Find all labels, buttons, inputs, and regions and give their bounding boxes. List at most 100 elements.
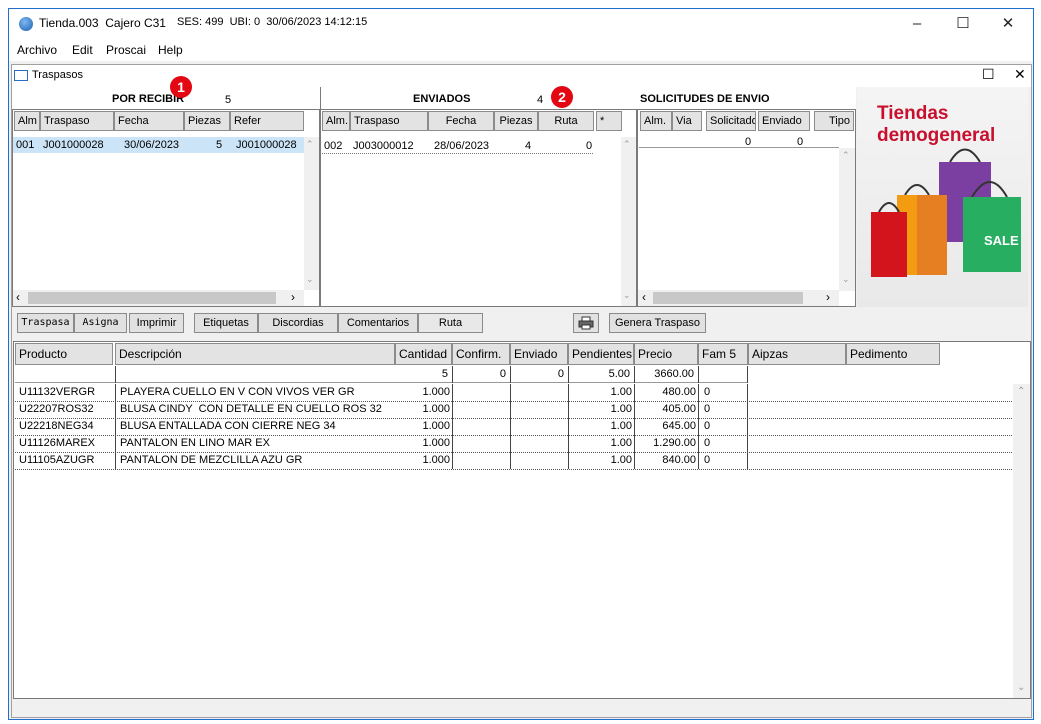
total-cantidad: 5 (441, 368, 448, 380)
row-traspaso: J003000012 (353, 140, 414, 152)
row-fecha: 28/06/2023 (434, 140, 490, 152)
col-traspaso[interactable]: Traspaso (350, 111, 428, 131)
col-cantidad[interactable]: Cantidad (395, 343, 452, 365)
discordias-button[interactable]: Discordias (258, 313, 338, 333)
col-aipzas[interactable]: Aipzas (748, 343, 846, 365)
scroll-up-icon[interactable]: ⌃ (306, 139, 314, 150)
close-icon[interactable]: ✕ (988, 12, 1028, 36)
scroll-up-icon[interactable]: ⌃ (623, 139, 631, 150)
child-maximize-icon[interactable]: ☐ (982, 66, 995, 83)
session-status: SES: 499 UBI: 0 30/06/2023 14:12:15 (177, 16, 368, 28)
scroll-right-icon[interactable]: › (291, 290, 295, 304)
cell-precio: 480.00 (662, 386, 696, 398)
menu-help[interactable]: Help (158, 43, 183, 57)
col-fecha[interactable]: Fecha (428, 111, 494, 131)
col-refer[interactable]: Refer (230, 111, 304, 131)
scroll-up-icon[interactable]: ⌃ (842, 150, 850, 161)
col-confirm[interactable]: Confirm. (452, 343, 510, 365)
cell-fam5: 0 (704, 420, 711, 432)
ruta-button[interactable]: Ruta (418, 313, 483, 333)
col-pedimento[interactable]: Pedimento (846, 343, 940, 365)
scroll-thumb[interactable] (28, 292, 276, 304)
cell-cantidad: 1.000 (422, 454, 450, 466)
scroll-down-icon[interactable]: ⌄ (623, 290, 631, 301)
col-alm[interactable]: Alm (14, 111, 40, 131)
cell-fam5: 0 (704, 437, 711, 449)
imprimir-button[interactable]: Imprimir (129, 313, 184, 333)
cell-descripcion: PANTALON EN LINO MAR EX (120, 437, 270, 449)
menu-proscai[interactable]: Proscai (106, 43, 146, 57)
cell-descripcion: BLUSA ENTALLADA CON CIERRE NEG 34 (120, 420, 336, 432)
por-recibir-count: 5 (225, 94, 232, 106)
scroll-thumb[interactable] (653, 292, 803, 304)
table-row[interactable]: U11105AZUGR PANTALON DE MEZCLILLA AZU GR… (15, 452, 1012, 470)
col-piezas[interactable]: Piezas (494, 111, 538, 131)
table-row[interactable]: U11132VERGR PLAYERA CUELLO EN V CON VIVO… (15, 384, 1012, 402)
comentarios-button[interactable]: Comentarios (338, 313, 418, 333)
traspasa-button[interactable]: Traspasa (17, 313, 74, 333)
table-row[interactable]: U22218NEG34 BLUSA ENTALLADA CON CIERRE N… (15, 418, 1012, 436)
col-fam5[interactable]: Fam 5 (698, 343, 748, 365)
scroll-down-icon[interactable]: ⌄ (1017, 682, 1025, 693)
cell-precio: 645.00 (662, 420, 696, 432)
scroll-down-icon[interactable]: ⌄ (306, 274, 314, 285)
cell-producto: U11132VERGR (19, 386, 96, 398)
vertical-scrollbar[interactable] (1013, 384, 1030, 698)
totals-row: 5 0 0 5.00 3660.00 (15, 366, 748, 383)
cell-pendientes: 1.00 (610, 437, 632, 449)
badge-1: 1 (170, 76, 192, 98)
scroll-down-icon[interactable]: ⌄ (842, 274, 850, 285)
vertical-scrollbar[interactable] (839, 148, 855, 291)
cell-producto: U11105AZUGR (19, 454, 95, 466)
table-row[interactable]: U11126MAREX PANTALON EN LINO MAR EX 1.00… (15, 435, 1012, 453)
row-divider (322, 153, 593, 154)
col-fecha[interactable]: Fecha (114, 111, 184, 131)
enviados-count: 4 (537, 94, 544, 106)
col-alm[interactable]: Alm. (322, 111, 350, 131)
genera-traspaso-button[interactable]: Genera Traspaso (609, 313, 706, 333)
cell-precio: 1.290.00 (653, 437, 696, 449)
globe-icon (19, 17, 33, 31)
printer-button[interactable] (573, 313, 599, 333)
printer-icon (578, 316, 594, 330)
scroll-right-icon[interactable]: › (826, 290, 830, 304)
cell-precio: 840.00 (662, 454, 696, 466)
cell-descripcion: PLAYERA CUELLO EN V CON VIVOS VER GR (120, 386, 355, 398)
cell-producto: U22207ROS32 (19, 403, 94, 415)
col-tipo[interactable]: Tipo (814, 111, 854, 131)
col-via[interactable]: Via (672, 111, 702, 131)
etiquetas-button[interactable]: Etiquetas (194, 313, 258, 333)
col-producto[interactable]: Producto (15, 343, 113, 365)
asigna-button[interactable]: Asigna (74, 313, 127, 333)
solicitudes-title: SOLICITUDES DE ENVIO (640, 93, 770, 105)
minimize-icon[interactable]: – (897, 12, 937, 36)
scroll-up-icon[interactable]: ⌃ (1017, 386, 1025, 397)
row-piezas: 5 (216, 139, 223, 151)
vertical-scrollbar[interactable] (304, 137, 319, 290)
scroll-left-icon[interactable]: ‹ (16, 290, 20, 304)
col-piezas[interactable]: Piezas (184, 111, 230, 131)
scroll-left-icon[interactable]: ‹ (642, 290, 646, 304)
col-traspaso[interactable]: Traspaso (40, 111, 114, 131)
badge-2: 2 (551, 86, 573, 108)
col-enviado[interactable]: Enviado (510, 343, 568, 365)
col-precio[interactable]: Precio (634, 343, 698, 365)
menu-archivo[interactable]: Archivo (17, 43, 57, 57)
cell-cantidad: 1.000 (422, 437, 450, 449)
table-row[interactable]: U22207ROS32 BLUSA CINDY CON DETALLE EN C… (15, 401, 1012, 419)
col-solicitado[interactable]: Solicitado (706, 111, 756, 131)
col-descripcion[interactable]: Descripción (115, 343, 395, 365)
maximize-icon[interactable]: ☐ (943, 12, 983, 36)
col-ruta[interactable]: Ruta (538, 111, 594, 131)
promo-banner: Tiendas demogeneral SALE (857, 87, 1028, 307)
col-star[interactable]: * (596, 111, 622, 131)
col-enviado[interactable]: Enviado (758, 111, 810, 131)
row-piezas: 4 (525, 140, 532, 152)
col-pendientes[interactable]: Pendientes (568, 343, 634, 365)
vertical-scrollbar[interactable] (621, 137, 636, 306)
col-alm[interactable]: Alm. (640, 111, 672, 131)
child-close-icon[interactable]: ✕ (1014, 66, 1026, 83)
total-precio: 3660.00 (654, 368, 694, 380)
cell-descripcion: PANTALON DE MEZCLILLA AZU GR (120, 454, 303, 466)
menu-edit[interactable]: Edit (72, 43, 93, 57)
